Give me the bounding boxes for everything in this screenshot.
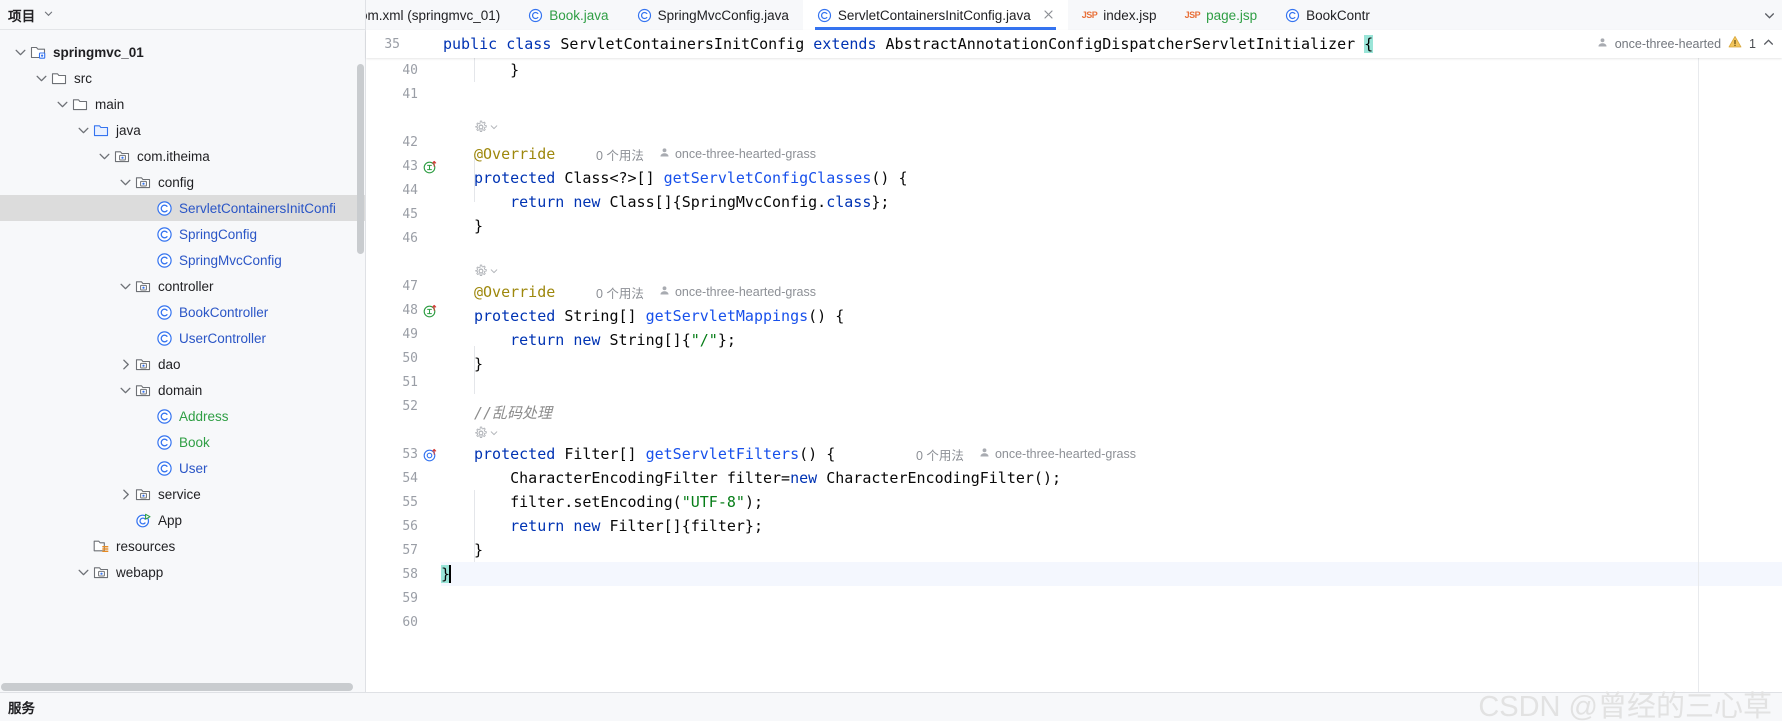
sticky-superclass-name: AbstractAnnotationConfigDispatcherServle… — [885, 35, 1365, 53]
warning-triangle-icon[interactable] — [1728, 35, 1742, 54]
sticky-keywords: public class — [443, 35, 561, 53]
watermark-layer: CSDN @曾经的三心草 — [0, 0, 1782, 721]
sticky-line-number: 35 — [384, 36, 400, 52]
sticky-extends-keyword: extends — [813, 35, 886, 53]
sticky-header-warning-count: 1 — [1749, 37, 1756, 51]
sticky-code-text: public class ServletContainersInitConfig… — [410, 35, 1374, 53]
sticky-class-name: ServletContainersInitConfig — [560, 35, 814, 53]
sticky-brace: { — [1364, 35, 1374, 53]
chevron-up-icon[interactable] — [1763, 37, 1774, 51]
sticky-header-author: once-three-hearted — [1614, 37, 1722, 51]
sticky-class-header[interactable]: 35 public class ServletContainersInitCon… — [366, 30, 1782, 58]
sticky-header-right-info: once-three-hearted 1 — [1588, 30, 1782, 58]
ide-window: 项目 springmvc_01 src main java com.itheima con… — [0, 0, 1782, 721]
author-person-icon — [1597, 35, 1608, 53]
csdn-watermark: CSDN @曾经的三心草 — [1478, 691, 1772, 721]
